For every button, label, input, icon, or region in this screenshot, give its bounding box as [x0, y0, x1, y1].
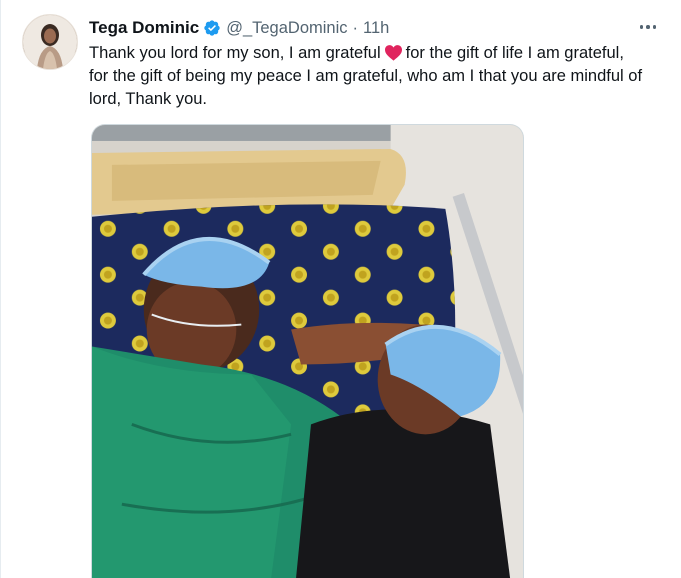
- red-heart-icon: [384, 44, 403, 61]
- user-handle[interactable]: @_TegaDominic: [226, 19, 347, 38]
- tweet-timestamp[interactable]: 11h: [363, 19, 389, 38]
- tweet-text: Thank you lord for my son, I am grateful…: [89, 42, 674, 111]
- profile-avatar[interactable]: [22, 14, 78, 70]
- verified-badge-icon: [203, 19, 221, 37]
- tweet-media-photo[interactable]: [91, 124, 524, 578]
- tweet-text-line-2: for the gift of being my peace I am grat…: [89, 67, 643, 85]
- photo-illustration: [92, 125, 523, 578]
- display-name[interactable]: Tega Dominic: [89, 18, 199, 38]
- tweet-text-line-3: lord, Thank you.: [89, 90, 208, 108]
- more-options-icon[interactable]: [637, 16, 659, 38]
- tweet-header: Tega Dominic @_TegaDominic · 11h: [89, 17, 389, 39]
- separator-dot: ·: [352, 18, 359, 37]
- tweet-card[interactable]: Tega Dominic @_TegaDominic · 11h Thank y…: [0, 0, 681, 578]
- tweet-text-line-1: Thank you lord for my son, I am grateful…: [89, 44, 624, 62]
